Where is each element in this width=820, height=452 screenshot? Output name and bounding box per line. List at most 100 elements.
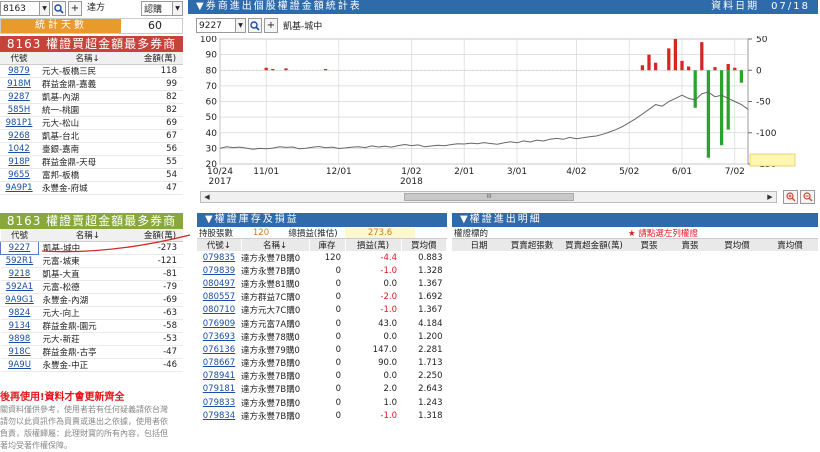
col-avg-price[interactable]: 買均價 xyxy=(401,239,447,251)
table-row[interactable]: 079834 達方永豐7B購0 0 -1.0 1.318 xyxy=(197,409,447,422)
col-stock[interactable]: 庫存 xyxy=(309,239,346,251)
table-row[interactable]: 076136 達方永豐79購0 0 147.0 2.281 xyxy=(197,343,447,356)
col-buy-avg[interactable]: 買均價 xyxy=(712,239,762,251)
broker-code-link[interactable]: 1042 xyxy=(8,144,30,154)
table-row[interactable]: 981P1 元大-松山 69 xyxy=(0,116,183,130)
warrant-code-link[interactable]: 076909 xyxy=(203,319,235,329)
table-row[interactable]: 592A1 元富-松德 -79 xyxy=(0,280,183,294)
table-row[interactable]: 9655 富邦-板橋 54 xyxy=(0,168,183,182)
table-row[interactable]: 9218 凱基-大直 -81 xyxy=(0,267,183,281)
broker-code-link[interactable]: 918P xyxy=(8,157,29,167)
table-row[interactable]: 9134 群益金鼎-園元 -58 xyxy=(0,319,183,333)
search-icon[interactable] xyxy=(248,18,262,33)
broker-code-link[interactable]: 9218 xyxy=(9,269,31,279)
broker-code-link[interactable]: 9287 xyxy=(8,92,30,102)
table-row[interactable]: 9A9G1 永豐金-內湖 -69 xyxy=(0,293,183,307)
table-row[interactable]: 9287 凱基-內湖 82 xyxy=(0,90,183,104)
table-row[interactable]: 918P 群益金鼎-天母 55 xyxy=(0,155,183,169)
warrant-code-link[interactable]: 080710 xyxy=(203,305,235,315)
table-row[interactable]: 073693 達方永豐78購0 0 0.0 1.200 xyxy=(197,330,447,343)
add-icon[interactable]: + xyxy=(264,18,278,33)
warrant-code-link[interactable]: 079835 xyxy=(203,253,235,263)
broker-code-link[interactable]: 9227 xyxy=(9,243,31,253)
table-row[interactable]: 078941 達方永豐7B購0 0 0.0 2.250 xyxy=(197,370,447,383)
col-code[interactable]: 代號 xyxy=(0,52,38,65)
broker-code-link[interactable]: 592A1 xyxy=(6,282,33,292)
warrant-code-link[interactable]: 079181 xyxy=(203,384,235,394)
table-row[interactable]: 076909 達方元富7A購0 0 43.0 4.184 xyxy=(197,317,447,330)
col-net-qty[interactable]: 買賣超張數 xyxy=(506,239,558,251)
table-row[interactable]: 1042 臺銀-嘉南 56 xyxy=(0,142,183,156)
table-row[interactable]: 079835 達方永豐7B購0 120 -4.4 0.883 xyxy=(197,251,447,264)
col-buy-qty[interactable]: 買張 xyxy=(630,239,668,251)
chart-scrollbar[interactable]: ◀ III ▶ xyxy=(200,191,777,203)
col-sell-avg[interactable]: 賣均價 xyxy=(762,239,818,251)
table-row[interactable]: 918C 群益金鼎-古亭 -47 xyxy=(0,345,183,359)
table-row[interactable]: 9898 元大-新莊 -53 xyxy=(0,332,183,346)
broker-code-link[interactable]: 9134 xyxy=(9,321,31,331)
table-row[interactable]: 9824 元大-向上 -63 xyxy=(0,306,183,320)
warrant-code-link[interactable]: 073693 xyxy=(203,332,235,342)
broker-code-link[interactable]: 9824 xyxy=(9,308,31,318)
scroll-right-arrow[interactable]: ▶ xyxy=(764,192,776,202)
table-row[interactable]: 079833 達方永豐7B購0 0 1.0 1.243 xyxy=(197,396,447,409)
table-row[interactable]: 592R1 元富-城東 -121 xyxy=(0,254,183,268)
table-row[interactable]: 9227 凱基-城中 -273 xyxy=(0,241,183,255)
col-code[interactable]: 代號↓ xyxy=(197,239,242,251)
warrant-code-link[interactable]: 079834 xyxy=(203,411,235,421)
col-amount[interactable]: 金額(萬) xyxy=(137,229,183,242)
update-notice: 後再使用!資料才會更新齊全 xyxy=(0,392,125,403)
col-pnl[interactable]: 損益(萬) xyxy=(345,239,402,251)
search-icon[interactable] xyxy=(52,1,66,16)
table-row[interactable]: 9A9P1 永豐金-府城 47 xyxy=(0,181,183,195)
broker-code-link[interactable]: 9898 xyxy=(9,334,31,344)
warrant-code-link[interactable]: 080557 xyxy=(203,292,235,302)
scroll-thumb[interactable]: III xyxy=(404,193,574,201)
table-row[interactable]: 9A9U 永豐金-中正 -46 xyxy=(0,358,183,372)
broker-code-link[interactable]: 9A9U xyxy=(8,360,31,370)
col-name[interactable]: 名稱↓ xyxy=(38,52,137,65)
warrant-type-select[interactable]: 認購 ▼ xyxy=(141,1,183,16)
col-code[interactable]: 代號 xyxy=(0,229,39,242)
table-row[interactable]: 078667 達方永豐7B購0 0 90.0 1.713 xyxy=(197,357,447,370)
broker-code-link[interactable]: 9879 xyxy=(8,66,30,76)
col-date[interactable]: 日期 xyxy=(452,239,506,251)
table-row[interactable]: 9879 元大-板橋三民 118 xyxy=(0,64,183,78)
warrant-name: 達方永豐7B購0 xyxy=(241,266,301,277)
broker-code-link[interactable]: 9A9G1 xyxy=(5,295,34,305)
broker-code-link[interactable]: 918M xyxy=(7,79,31,89)
broker-code-link[interactable]: 9655 xyxy=(8,170,30,180)
warrant-code-link[interactable]: 078941 xyxy=(203,371,235,381)
add-icon[interactable]: + xyxy=(68,1,82,16)
zoom-out-icon[interactable] xyxy=(800,190,815,204)
warrant-code-link[interactable]: 080497 xyxy=(203,279,235,289)
broker-code-select[interactable]: 9227 ▼ xyxy=(196,18,246,33)
broker-code-link[interactable]: 592R1 xyxy=(6,256,34,266)
broker-code-link[interactable]: 918C xyxy=(8,347,30,357)
warrant-code-link[interactable]: 079833 xyxy=(203,398,235,408)
warrant-code-link[interactable]: 079839 xyxy=(203,266,235,276)
table-row[interactable]: 080557 達方群益7C購0 0 -2.0 1.692 xyxy=(197,291,447,304)
col-amount[interactable]: 金額(萬) xyxy=(137,52,183,65)
scroll-left-arrow[interactable]: ◀ xyxy=(201,192,213,202)
col-sell-qty[interactable]: 賣張 xyxy=(668,239,712,251)
col-net-amount[interactable]: 買賣超金額(萬) xyxy=(558,239,630,251)
broker-code-link[interactable]: 981P1 xyxy=(6,118,33,128)
table-row[interactable]: 918M 群益金鼎-嘉義 99 xyxy=(0,77,183,91)
trading-days-value[interactable]: 60 xyxy=(121,19,182,33)
warrant-code-link[interactable]: 078667 xyxy=(203,358,235,368)
table-row[interactable]: 079839 達方永豐7B購0 0 -1.0 1.328 xyxy=(197,264,447,277)
broker-code-link[interactable]: 9268 xyxy=(8,131,30,141)
broker-code-link[interactable]: 585H xyxy=(8,105,31,115)
table-row[interactable]: 079181 達方永豐7B購0 0 2.0 2.643 xyxy=(197,383,447,396)
warrant-code-link[interactable]: 076136 xyxy=(203,345,235,355)
table-row[interactable]: 080497 達方永豐81購0 0 0.0 1.367 xyxy=(197,277,447,290)
table-row[interactable]: 080710 達方元大7C購0 0 -1.0 1.367 xyxy=(197,304,447,317)
stock-code-select[interactable]: 8163 ▼ xyxy=(0,1,50,16)
col-name[interactable]: 名稱↓ xyxy=(38,229,137,242)
table-row[interactable]: 585H 統一-桃園 82 xyxy=(0,103,183,117)
broker-code-link[interactable]: 9A9P1 xyxy=(5,183,32,193)
col-name[interactable]: 名稱↓ xyxy=(241,239,310,251)
table-row[interactable]: 9268 凱基-台北 67 xyxy=(0,129,183,143)
zoom-in-icon[interactable] xyxy=(783,190,798,204)
